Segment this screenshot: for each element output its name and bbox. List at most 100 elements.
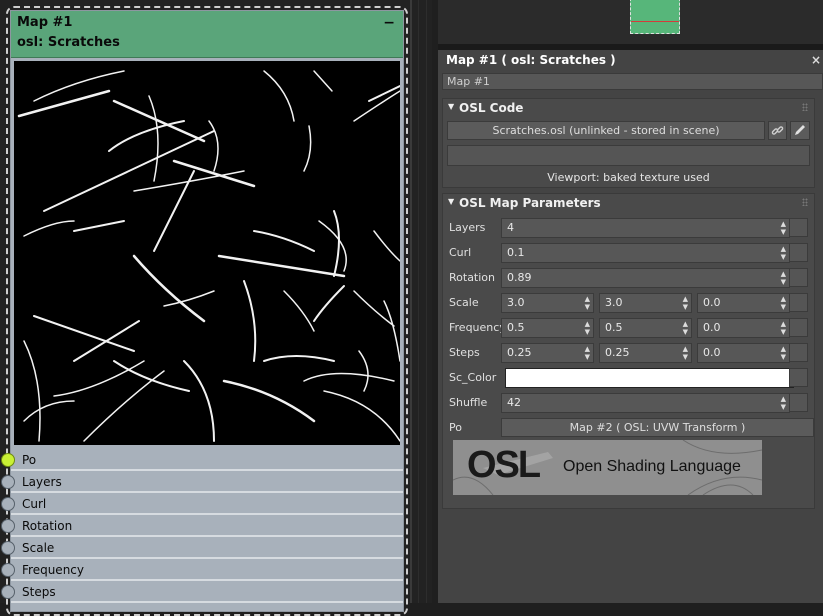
link-icon[interactable] <box>768 121 787 140</box>
frequency-x-value: 0.5 <box>507 321 525 334</box>
port-curl[interactable]: Curl <box>1 495 403 515</box>
spinner-arrows-icon[interactable]: ▲ ▼ <box>781 395 786 411</box>
frequency-y-spinner[interactable]: 0.5 ▲ ▼ <box>599 318 692 338</box>
layers-label: Layers <box>449 221 486 234</box>
steps-z-spinner[interactable]: 0.0 ▲ ▼ <box>697 343 790 363</box>
osl-code-header[interactable]: ▼ OSL Code <box>443 99 814 119</box>
socket-icon[interactable] <box>1 497 15 511</box>
osl-file-button[interactable]: Scratches.osl (unlinked - stored in scen… <box>447 121 765 140</box>
port-label: Rotation <box>22 519 73 533</box>
curl-map-button[interactable] <box>789 243 808 262</box>
sc-color-swatch[interactable] <box>505 368 794 388</box>
scale-map-button[interactable] <box>789 293 808 312</box>
port-label: Curl <box>22 497 47 511</box>
frequency-y-value: 0.5 <box>605 321 623 334</box>
steps-x-value: 0.25 <box>507 346 532 359</box>
osl-logo: OSL Open Shading Language <box>453 440 762 495</box>
frequency-map-button[interactable] <box>789 318 808 337</box>
pencil-icon[interactable] <box>790 121 810 140</box>
spinner-arrows-icon[interactable]: ▲ ▼ <box>781 270 786 286</box>
frequency-z-value: 0.0 <box>703 321 721 334</box>
port-layers[interactable]: Layers <box>1 473 403 493</box>
spinner-arrows-icon[interactable]: ▲ ▼ <box>683 320 688 336</box>
spinner-arrows-icon[interactable]: ▲ ▼ <box>781 245 786 261</box>
spinner-arrows-icon[interactable]: ▲ ▼ <box>683 345 688 361</box>
spinner-arrows-icon[interactable]: ▲ ▼ <box>683 295 688 311</box>
port-label: Steps <box>22 585 56 599</box>
collapse-arrow-icon: ▼ <box>448 102 455 111</box>
shuffle-value: 42 <box>507 396 521 409</box>
steps-z-value: 0.0 <box>703 346 721 359</box>
close-icon[interactable]: × <box>811 53 821 67</box>
socket-icon[interactable] <box>1 453 15 467</box>
collapse-button[interactable]: − <box>383 15 395 31</box>
scale-y-value: 3.0 <box>605 296 623 309</box>
swatch-marker <box>631 21 679 22</box>
port-scale[interactable]: Scale <box>1 539 403 559</box>
shuffle-spinner[interactable]: 42 ▲ ▼ <box>501 393 790 413</box>
rollout-title: OSL Map Parameters <box>459 196 601 210</box>
scratches-preview <box>14 61 400 445</box>
port-label: Frequency <box>22 563 84 577</box>
scale-label: Scale <box>449 296 479 309</box>
steps-y-spinner[interactable]: 0.25 ▲ ▼ <box>599 343 692 363</box>
port-label: Po <box>22 453 37 467</box>
socket-icon[interactable] <box>1 541 15 555</box>
port-label: Scale <box>22 541 55 555</box>
port-frequency[interactable]: Frequency <box>1 561 403 581</box>
node-title: Map #1 <box>17 15 73 30</box>
steps-map-button[interactable] <box>789 343 808 362</box>
layers-map-button[interactable] <box>789 218 808 237</box>
params-header[interactable]: ▼ OSL Map Parameters <box>443 194 814 214</box>
port-steps[interactable]: Steps <box>1 583 403 603</box>
osl-code-status-field <box>447 145 810 166</box>
osl-code-rollout: ▼ OSL Code Scratches.osl (unlinked - sto… <box>442 98 815 188</box>
rotation-spinner[interactable]: 0.89 ▲ ▼ <box>501 268 790 288</box>
osl-mark: OSL <box>467 444 541 486</box>
grip-icon[interactable] <box>802 103 808 111</box>
scratches-node[interactable]: Map #1 osl: Scratches − Po Layers Curl R… <box>1 10 404 612</box>
rotation-label: Rotation <box>449 271 496 284</box>
steps-x-spinner[interactable]: 0.25 ▲ ▼ <box>501 343 594 363</box>
spinner-arrows-icon[interactable]: ▲ ▼ <box>781 295 786 311</box>
frequency-z-spinner[interactable]: 0.0 ▲ ▼ <box>697 318 790 338</box>
scale-z-spinner[interactable]: 0.0 ▲ ▼ <box>697 293 790 313</box>
layers-value: 4 <box>507 221 514 234</box>
socket-icon[interactable] <box>1 519 15 533</box>
spinner-arrows-icon[interactable]: ▲ ▼ <box>585 345 590 361</box>
material-swatch[interactable] <box>630 0 680 34</box>
po-map-button[interactable]: Map #2 ( OSL: UVW Transform ) <box>501 418 814 437</box>
sc-color-label: Sc_Color <box>449 371 497 384</box>
frequency-label: Frequency <box>449 321 506 334</box>
socket-icon[interactable] <box>1 475 15 489</box>
rotation-map-button[interactable] <box>789 268 808 287</box>
frequency-x-spinner[interactable]: 0.5 ▲ ▼ <box>501 318 594 338</box>
grid-line <box>426 0 427 603</box>
layers-spinner[interactable]: 4 ▲ ▼ <box>501 218 790 238</box>
grip-icon[interactable] <box>802 198 808 206</box>
scratches-texture <box>17 70 400 442</box>
socket-icon[interactable] <box>1 585 15 599</box>
spinner-arrows-icon[interactable]: ▲ ▼ <box>585 295 590 311</box>
curl-spinner[interactable]: 0.1 ▲ ▼ <box>501 243 790 263</box>
shuffle-map-button[interactable] <box>789 393 808 412</box>
socket-icon[interactable] <box>1 563 15 577</box>
map-name-input[interactable]: Map #1 <box>442 73 823 90</box>
port-rotation[interactable]: Rotation <box>1 517 403 537</box>
spinner-arrows-icon[interactable]: ▲ ▼ <box>781 345 786 361</box>
spinner-arrows-icon[interactable]: ▲ ▼ <box>781 320 786 336</box>
scale-y-spinner[interactable]: 3.0 ▲ ▼ <box>599 293 692 313</box>
spinner-arrows-icon[interactable]: ▲ ▼ <box>781 220 786 236</box>
scale-z-value: 0.0 <box>703 296 721 309</box>
sc-color-map-button[interactable] <box>789 368 808 387</box>
osl-map-parameters-rollout: ▼ OSL Map Parameters Layers 4 ▲ ▼ Curl 0.… <box>442 193 815 509</box>
node-header[interactable]: Map #1 osl: Scratches − <box>11 11 403 58</box>
port-po[interactable]: Po <box>1 451 403 471</box>
node-subtitle: osl: Scratches <box>17 35 120 50</box>
viewport-note: Viewport: baked texture used <box>547 171 710 184</box>
rollout-title: OSL Code <box>459 101 524 115</box>
port-label: Layers <box>22 475 62 489</box>
spinner-arrows-icon[interactable]: ▲ ▼ <box>585 320 590 336</box>
node-editor-canvas[interactable]: Map #1 osl: Scratches − Po Layers Curl R… <box>0 0 432 616</box>
scale-x-spinner[interactable]: 3.0 ▲ ▼ <box>501 293 594 313</box>
